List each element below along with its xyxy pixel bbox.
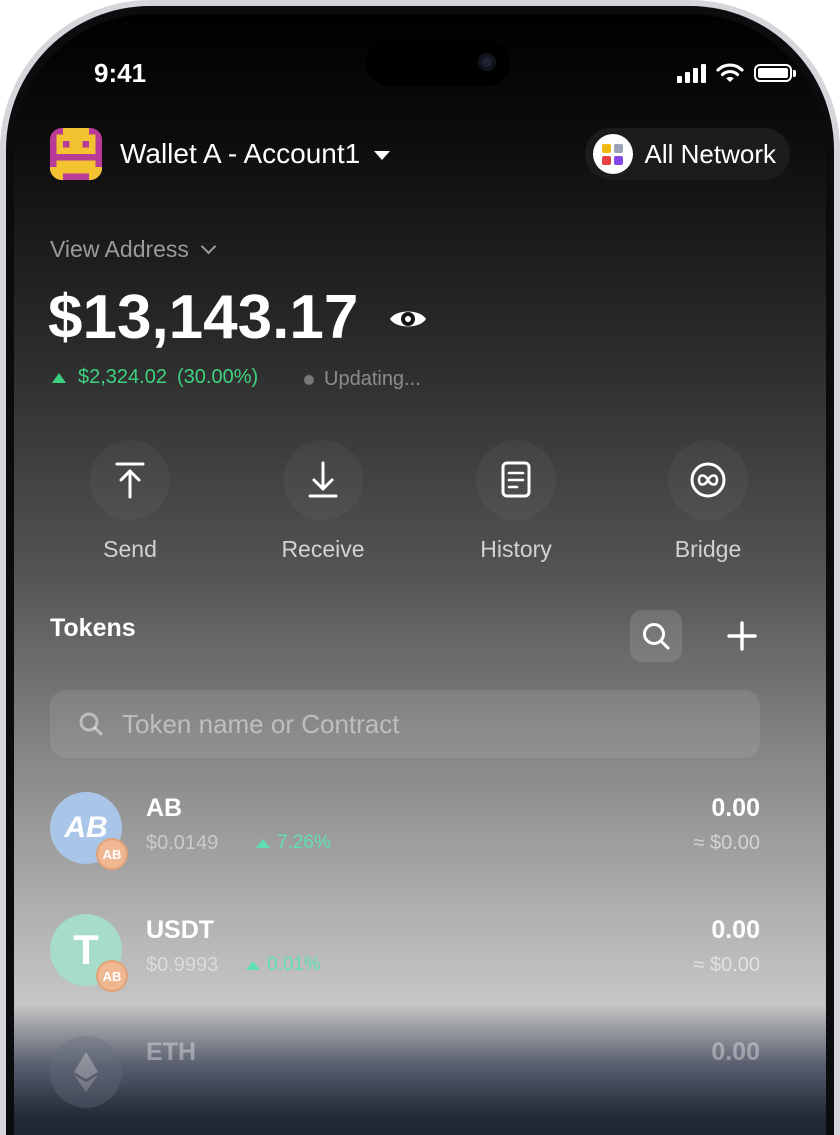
history-button[interactable]: History xyxy=(456,440,576,563)
token-change: 7.26% xyxy=(256,832,331,854)
tokens-title: Tokens xyxy=(50,614,136,642)
token-amount: 0.00 xyxy=(711,1038,760,1066)
arrow-up-icon xyxy=(256,838,270,848)
token-search-button[interactable] xyxy=(630,610,682,662)
change-percent: (30.00%) xyxy=(176,366,259,388)
token-change: 0.01% xyxy=(246,954,321,976)
account-name: Account1 xyxy=(243,138,361,169)
token-search-field[interactable] xyxy=(50,690,760,758)
ethereum-icon xyxy=(74,1052,98,1092)
bridge-label: Bridge xyxy=(674,536,742,562)
chain-badge-icon: AB xyxy=(96,838,128,870)
status-time: 9:41 xyxy=(94,58,147,88)
token-search-input[interactable] xyxy=(120,707,760,741)
history-icon xyxy=(501,461,531,498)
receive-button[interactable]: Receive xyxy=(263,440,383,563)
send-icon xyxy=(115,462,145,499)
chevron-down-icon xyxy=(200,238,217,255)
token-change-value: 7.26% xyxy=(277,832,331,853)
token-fiat-value: ≈ $0.00 xyxy=(693,832,760,854)
cellular-signal-icon xyxy=(677,63,706,83)
chain-badge-icon: AB xyxy=(96,960,128,992)
history-label: History xyxy=(480,536,552,562)
view-address-toggle[interactable]: View Address xyxy=(50,236,217,263)
view-address-label: View Address xyxy=(50,236,189,262)
bridge-button[interactable]: Bridge xyxy=(648,440,768,563)
bridge-icon xyxy=(690,462,726,498)
change-amount: $2,324.02 xyxy=(78,366,167,388)
receive-icon xyxy=(308,461,338,498)
token-symbol: AB xyxy=(146,794,183,822)
camera-icon xyxy=(478,53,496,71)
send-button[interactable]: Send xyxy=(70,440,190,563)
network-selector-button[interactable]: All Network xyxy=(584,128,790,180)
status-dot-icon xyxy=(304,374,314,385)
wallet-name: Wallet A - xyxy=(120,138,244,169)
search-icon xyxy=(643,623,670,650)
receive-label: Receive xyxy=(281,536,365,562)
token-row-eth[interactable]: ETH 0.00 xyxy=(50,1036,760,1112)
balance-change: $2,324.02 (30.00%) xyxy=(52,366,258,389)
token-symbol: USDT xyxy=(146,916,215,944)
wifi-icon xyxy=(716,63,744,82)
token-price: $0.0149 xyxy=(146,832,219,854)
token-amount: 0.00 xyxy=(711,916,760,944)
token-change-value: 0.01% xyxy=(267,954,321,975)
wallet-header: Wallet A - Account1 All Network xyxy=(50,128,790,184)
account-selector[interactable]: Wallet A - Account1 xyxy=(120,138,391,170)
search-icon xyxy=(78,711,104,737)
network-grid-icon xyxy=(592,134,633,174)
eth-token-logo xyxy=(50,1036,122,1108)
token-row-usdt[interactable]: T AB USDT $0.9993 0.01% 0.00 ≈ $0.00 xyxy=(50,914,760,992)
token-fiat-value: ≈ $0.00 xyxy=(693,954,760,976)
network-label: All Network xyxy=(644,138,776,169)
battery-icon xyxy=(754,64,796,82)
eye-icon[interactable] xyxy=(388,305,428,333)
token-symbol: ETH xyxy=(146,1038,196,1066)
send-label: Send xyxy=(103,536,157,562)
total-balance: $13,143.17 xyxy=(48,283,359,352)
token-price: $0.9993 xyxy=(146,954,219,976)
arrow-up-icon xyxy=(52,372,66,383)
caret-down-icon xyxy=(374,151,391,161)
token-row-ab[interactable]: AB AB AB $0.0149 7.26% 0.00 ≈ $0.00 xyxy=(50,792,760,870)
dynamic-island xyxy=(366,40,510,86)
updating-label: Updating... xyxy=(324,368,421,390)
updating-status: Updating... xyxy=(304,368,421,391)
plus-icon xyxy=(727,621,757,651)
avatar[interactable] xyxy=(50,128,102,180)
token-amount: 0.00 xyxy=(711,794,760,822)
quick-actions: Send Receive History Bridge xyxy=(0,440,812,580)
arrow-up-icon xyxy=(246,960,260,970)
add-token-button[interactable] xyxy=(716,610,768,662)
